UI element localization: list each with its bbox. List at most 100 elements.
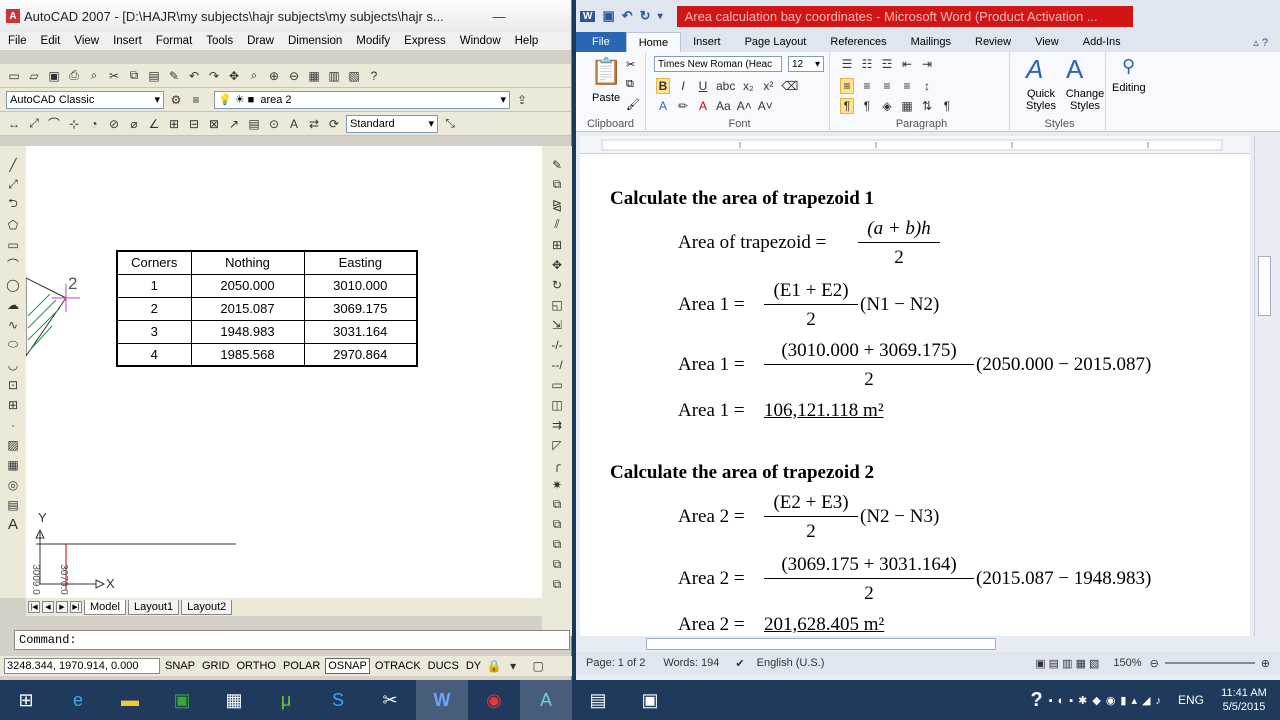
menu-window[interactable]: Window — [460, 35, 501, 47]
polygon-icon[interactable]: ⬠ — [5, 216, 21, 233]
tray-icons[interactable]: ▪◐▪✱◆◉▮▴◢♪ — [1049, 694, 1166, 707]
new-icon[interactable]: ▭ — [6, 68, 22, 84]
insert-block-icon[interactable]: ⊡ — [5, 376, 21, 393]
layer-manager-icon[interactable]: ≡ — [188, 92, 204, 108]
scroll-thumb[interactable] — [646, 638, 996, 650]
erase-icon[interactable]: ✎ — [549, 156, 565, 173]
subscript-button[interactable]: x₂ — [741, 78, 755, 94]
first-tab-icon[interactable]: |◀ — [28, 601, 40, 613]
increase-indent-icon[interactable]: ⇥ — [920, 56, 934, 72]
menu-draw[interactable]: Draw — [247, 35, 274, 47]
word-taskbar-icon[interactable]: W — [416, 680, 468, 720]
save-icon[interactable]: ▣ — [602, 8, 614, 24]
tab-references[interactable]: References — [818, 36, 898, 48]
dyn-toggle[interactable]: DY — [464, 659, 483, 673]
extend-icon[interactable]: --/ — [549, 356, 565, 373]
line-spacing-icon[interactable]: ↕ — [920, 78, 934, 94]
horizontal-scrollbar[interactable] — [580, 636, 1250, 652]
undo-icon[interactable]: ↶ — [186, 68, 202, 84]
workspace-dropdown[interactable]: AutoCAD Classic ▾ — [6, 90, 164, 109]
menu-insert[interactable]: Insert — [113, 35, 142, 47]
tab-mailings[interactable]: Mailings — [899, 36, 963, 48]
pan-icon[interactable]: ✥ — [226, 68, 242, 84]
text-effects-icon[interactable]: A — [656, 98, 670, 114]
tab-add-ins[interactable]: Add-Ins — [1071, 36, 1133, 48]
corners-table[interactable]: Corners Nothing Easting 1 2050.000 3010.… — [116, 250, 418, 367]
tab-review[interactable]: Review — [963, 36, 1023, 48]
point-icon[interactable]: · — [5, 416, 21, 433]
show-marks-icon[interactable]: ¶ — [940, 98, 954, 114]
align-right-button[interactable]: ≡ — [880, 78, 894, 94]
tool-palettes-icon[interactable]: ▧ — [346, 68, 362, 84]
drawing-canvas[interactable]: 2 Y X 3009.0 3070.0 Corners Nothing East… — [26, 146, 542, 598]
zoom-realtime-icon[interactable]: ⌕ — [246, 68, 262, 84]
apps-icon[interactable]: ▦ — [208, 680, 260, 720]
continue-icon[interactable]: ⊠ — [206, 116, 222, 132]
paste-icon[interactable]: 📋 — [590, 56, 622, 87]
chamfer-icon[interactable]: ◸ — [549, 436, 565, 453]
diameter-icon[interactable]: ⌀ — [126, 116, 142, 132]
font-name-dropdown[interactable]: Times New Roman (Heac — [654, 56, 782, 72]
otrack-toggle[interactable]: OTRACK — [373, 659, 423, 673]
change-styles-button[interactable]: Change Styles — [1062, 88, 1108, 112]
cut-icon[interactable]: ✂ — [106, 68, 122, 84]
change-case-icon[interactable]: Aa — [716, 98, 731, 114]
explode-icon[interactable]: ✷ — [549, 476, 565, 493]
minimize-button[interactable]: — — [488, 7, 510, 25]
arc-length-icon[interactable]: ⌒ — [46, 116, 62, 132]
shrink-font-icon[interactable]: A˅ — [758, 98, 773, 114]
aligned-dim-icon[interactable]: ⤢ — [26, 116, 42, 132]
dimstyle-dropdown[interactable]: Standard ▾ — [346, 114, 438, 133]
properties-icon[interactable]: ▦ — [306, 68, 322, 84]
dim-update-icon[interactable]: ⟳ — [326, 116, 342, 132]
borders-icon[interactable]: ▦ — [900, 98, 914, 114]
line-icon[interactable]: ╱ — [5, 156, 21, 173]
angular-icon[interactable]: ∠ — [146, 116, 162, 132]
construction-line-icon[interactable]: ⤢ — [5, 176, 21, 193]
help-icon[interactable]: ▵ ? — [1241, 36, 1280, 49]
baseline-icon[interactable]: ⊟ — [186, 116, 202, 132]
menu-edit[interactable]: Edit — [41, 35, 61, 47]
bullets-icon[interactable]: ☰ — [840, 56, 854, 72]
utorrent-icon[interactable]: μ — [260, 680, 312, 720]
jogged-icon[interactable]: ⊘ — [106, 116, 122, 132]
store-icon[interactable]: ▣ — [156, 680, 208, 720]
document-page[interactable]: Calculate the area of trapezoid 1 Area o… — [580, 154, 1250, 636]
file-explorer-icon[interactable]: ▬ — [104, 680, 156, 720]
rtl-button[interactable]: ¶ — [860, 98, 874, 114]
tab-layout2[interactable]: Layout2 — [181, 599, 233, 615]
clock[interactable]: 11:41 AM 5/5/2015 — [1216, 686, 1272, 714]
open-icon[interactable]: ▱ — [26, 68, 42, 84]
tab-insert[interactable]: Insert — [681, 36, 733, 48]
gradient-icon[interactable]: ▦ — [5, 456, 21, 473]
horizontal-ruler[interactable] — [580, 136, 1250, 154]
superscript-button[interactable]: x² — [761, 78, 775, 94]
ellipse-arc-icon[interactable]: ◡ — [5, 356, 21, 373]
osnap-toggle[interactable]: OSNAP — [325, 658, 370, 674]
justify-button[interactable]: ≡ — [900, 78, 914, 94]
mtext-icon[interactable]: A — [5, 516, 21, 533]
menu-help[interactable]: Help — [515, 35, 539, 47]
grid-toggle[interactable]: GRID — [200, 659, 232, 673]
qleader-icon[interactable]: ↗ — [226, 116, 242, 132]
arc-icon[interactable]: ⌒ — [5, 256, 21, 273]
move-icon[interactable]: ✥ — [549, 256, 565, 273]
tab-page-layout[interactable]: Page Layout — [733, 36, 819, 48]
editing-button[interactable]: Editing — [1112, 82, 1146, 94]
radius-icon[interactable]: ◔ — [86, 116, 102, 132]
fillet-icon[interactable]: ╭ — [549, 456, 565, 473]
zoom-in-icon[interactable]: ⊕ — [1261, 657, 1270, 670]
scroll-thumb[interactable] — [1258, 256, 1271, 316]
menu-file[interactable]: File — [8, 35, 27, 47]
snap-toggle[interactable]: SNAP — [163, 659, 197, 673]
array-icon[interactable]: ⊞ — [549, 236, 565, 253]
tab-file[interactable]: File — [576, 32, 626, 52]
highlight-icon[interactable]: ✏ — [676, 98, 690, 114]
menu-tools[interactable]: Tools — [206, 35, 233, 47]
customize-qat-icon[interactable]: ▾ — [658, 11, 663, 22]
menu-format[interactable]: Format — [156, 35, 192, 47]
autocad-taskbar-icon[interactable]: A — [520, 680, 572, 720]
save-icon[interactable]: ▣ — [46, 68, 62, 84]
snipping-icon[interactable]: ✂ — [364, 680, 416, 720]
ordinate-icon[interactable]: ⊹ — [66, 116, 82, 132]
